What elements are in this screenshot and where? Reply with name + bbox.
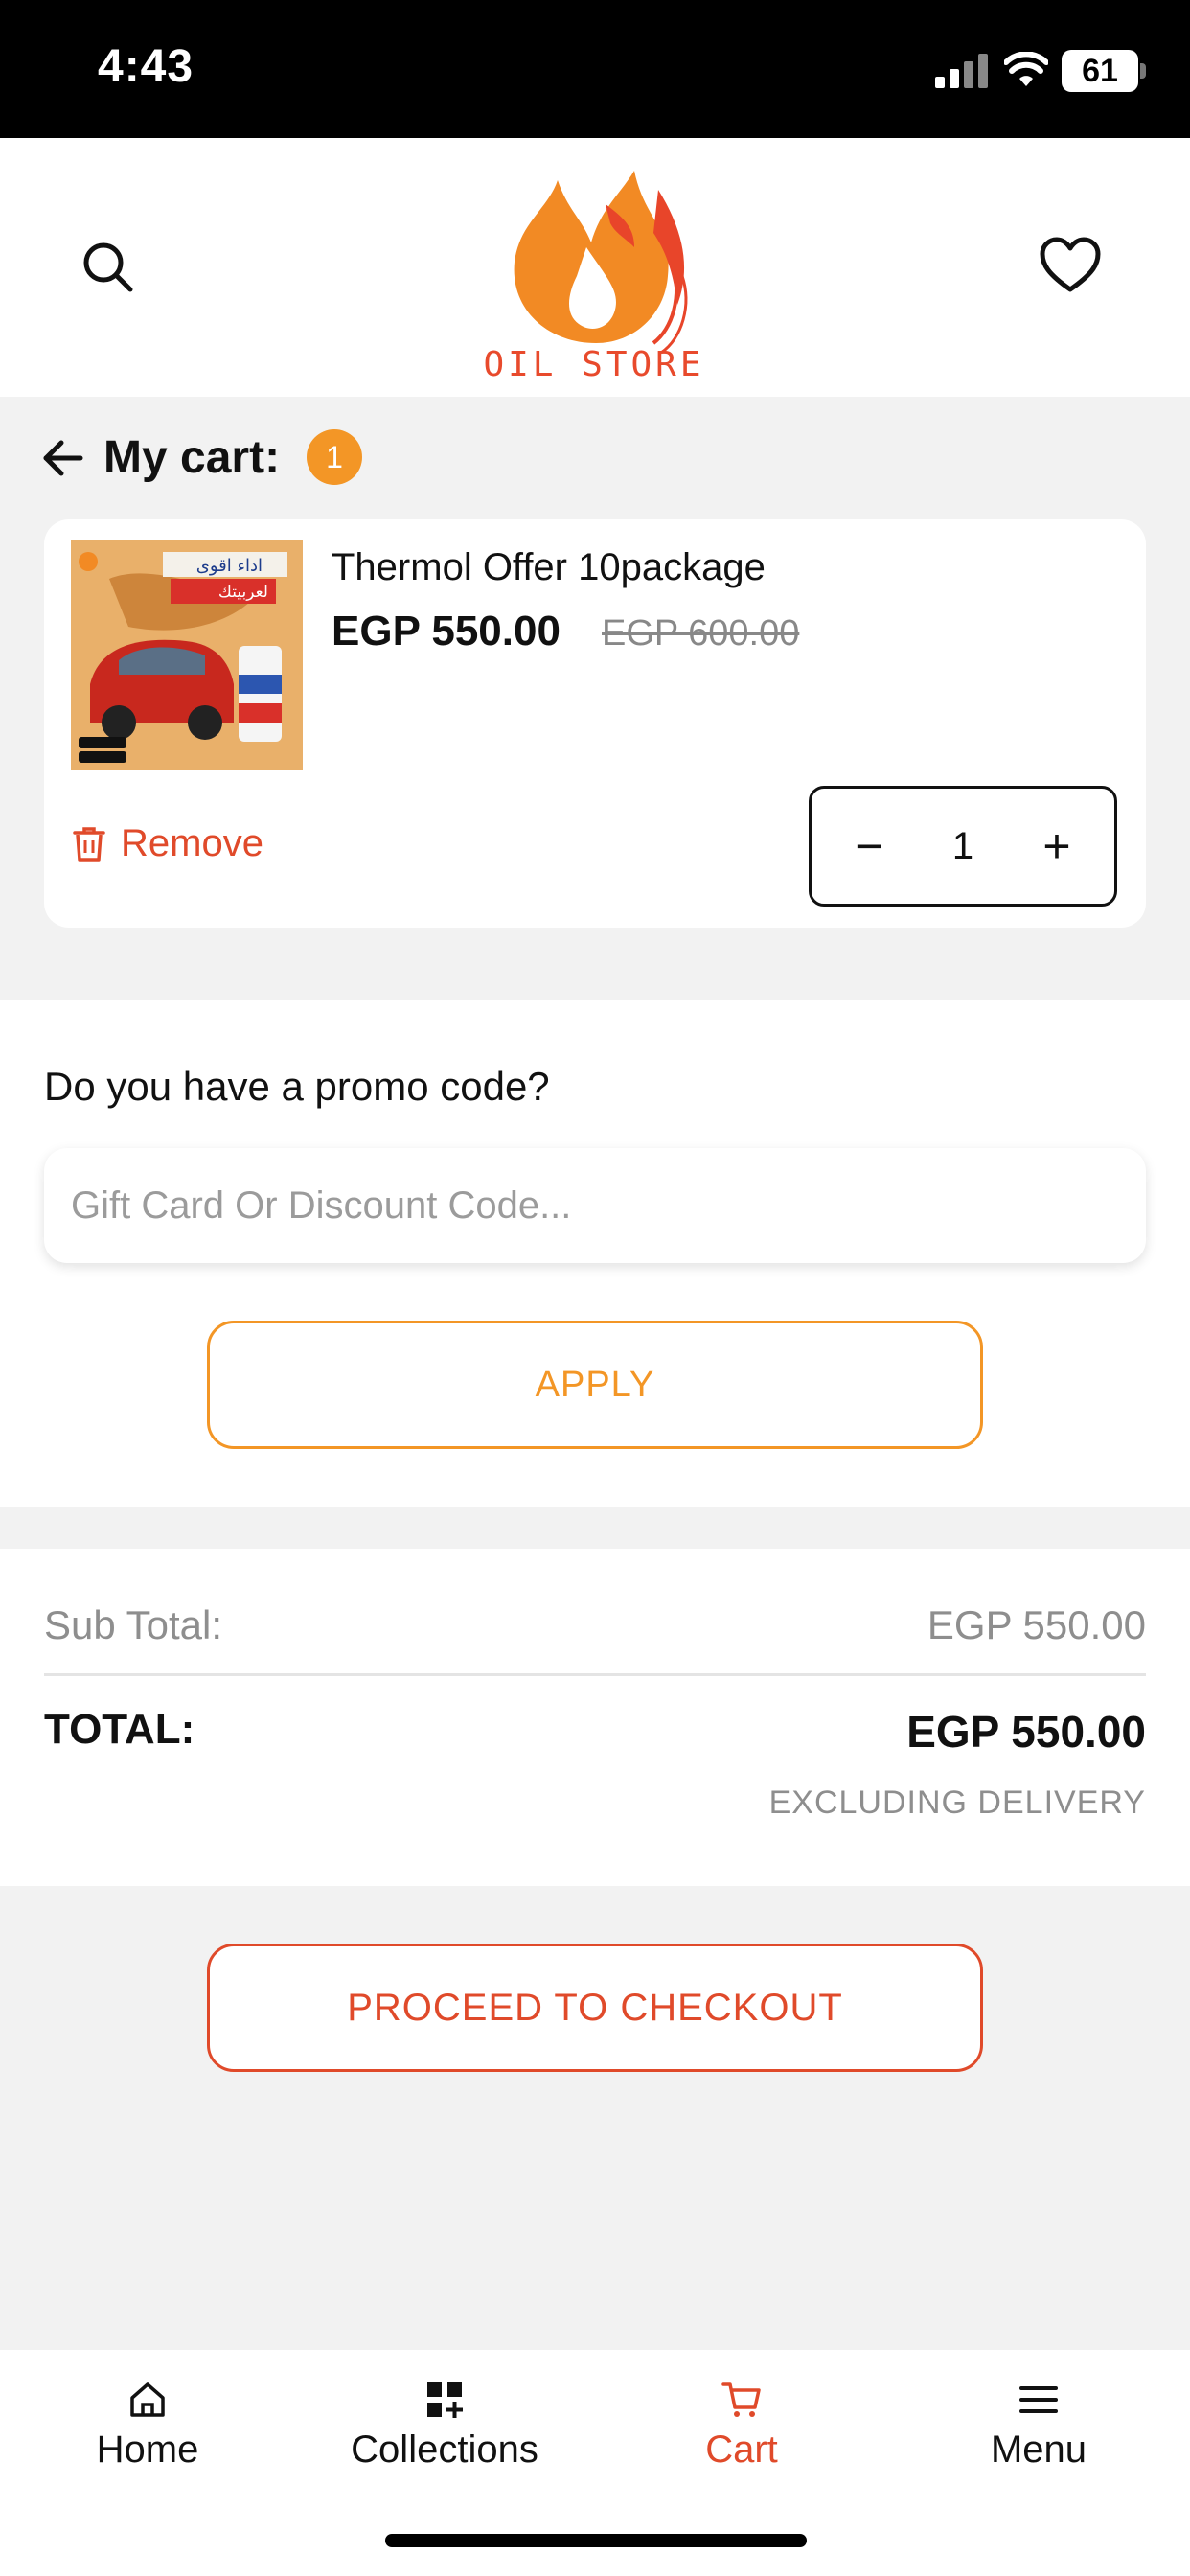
search-icon[interactable] xyxy=(80,240,134,293)
cart-count-badge: 1 xyxy=(307,429,362,485)
nav-item-collections[interactable]: Collections xyxy=(310,2379,579,2472)
collections-icon xyxy=(427,2382,463,2418)
apply-button[interactable]: APPLY xyxy=(207,1321,983,1449)
decrement-button[interactable]: − xyxy=(850,822,888,870)
subtotal-value: EGP 550.00 xyxy=(927,1602,1146,1647)
cart-icon xyxy=(721,2382,761,2417)
product-name[interactable]: Thermol Offer 10package xyxy=(332,546,766,589)
product-image[interactable]: اداء اقوى لعربيتك xyxy=(71,540,303,770)
battery-icon: 61 xyxy=(1062,50,1146,92)
total-value: EGP 550.00 xyxy=(906,1707,1146,1757)
nav-label-home: Home xyxy=(96,2428,199,2471)
total-label: TOTAL: xyxy=(44,1706,195,1753)
svg-text:اداء اقوى: اداء اقوى xyxy=(196,556,263,576)
home-indicator[interactable] xyxy=(385,2534,807,2547)
subtotal-label: Sub Total: xyxy=(44,1602,223,1647)
signal-icon xyxy=(935,54,988,88)
cart-title: My cart: xyxy=(103,432,281,483)
battery-level: 61 xyxy=(1062,50,1138,92)
remove-button[interactable]: Remove xyxy=(73,822,263,865)
remove-label: Remove xyxy=(121,822,263,864)
product-old-price: EGP 600.00 xyxy=(602,613,800,654)
nav-label-collections: Collections xyxy=(351,2428,538,2471)
home-icon xyxy=(130,2382,165,2417)
promo-label: Do you have a promo code? xyxy=(44,1064,550,1109)
checkout-button[interactable]: PROCEED TO CHECKOUT xyxy=(207,1944,983,2072)
promo-code-input[interactable] xyxy=(44,1148,1146,1263)
delivery-note: EXCLUDING DELIVERY xyxy=(768,1784,1146,1821)
product-price: EGP 550.00 xyxy=(332,608,561,655)
heart-icon[interactable] xyxy=(1039,236,1102,293)
svg-text:لعربيتك: لعربيتك xyxy=(218,583,268,602)
status-time: 4:43 xyxy=(98,41,195,92)
trash-icon xyxy=(73,826,105,862)
quantity-value: 1 xyxy=(951,824,974,867)
increment-button[interactable]: + xyxy=(1038,822,1076,870)
back-arrow-icon[interactable] xyxy=(42,439,84,477)
nav-item-menu[interactable]: Menu xyxy=(904,2379,1173,2472)
nav-label-cart: Cart xyxy=(705,2428,778,2471)
nav-item-cart[interactable]: Cart xyxy=(607,2379,876,2472)
quantity-stepper: − 1 + xyxy=(809,786,1117,907)
logo-text: OIL STORE xyxy=(483,345,705,384)
nav-item-home[interactable]: Home xyxy=(13,2379,282,2472)
wifi-icon xyxy=(1004,52,1048,86)
totals-divider xyxy=(44,1673,1146,1676)
nav-label-menu: Menu xyxy=(990,2428,1087,2471)
menu-icon xyxy=(1019,2386,1058,2413)
